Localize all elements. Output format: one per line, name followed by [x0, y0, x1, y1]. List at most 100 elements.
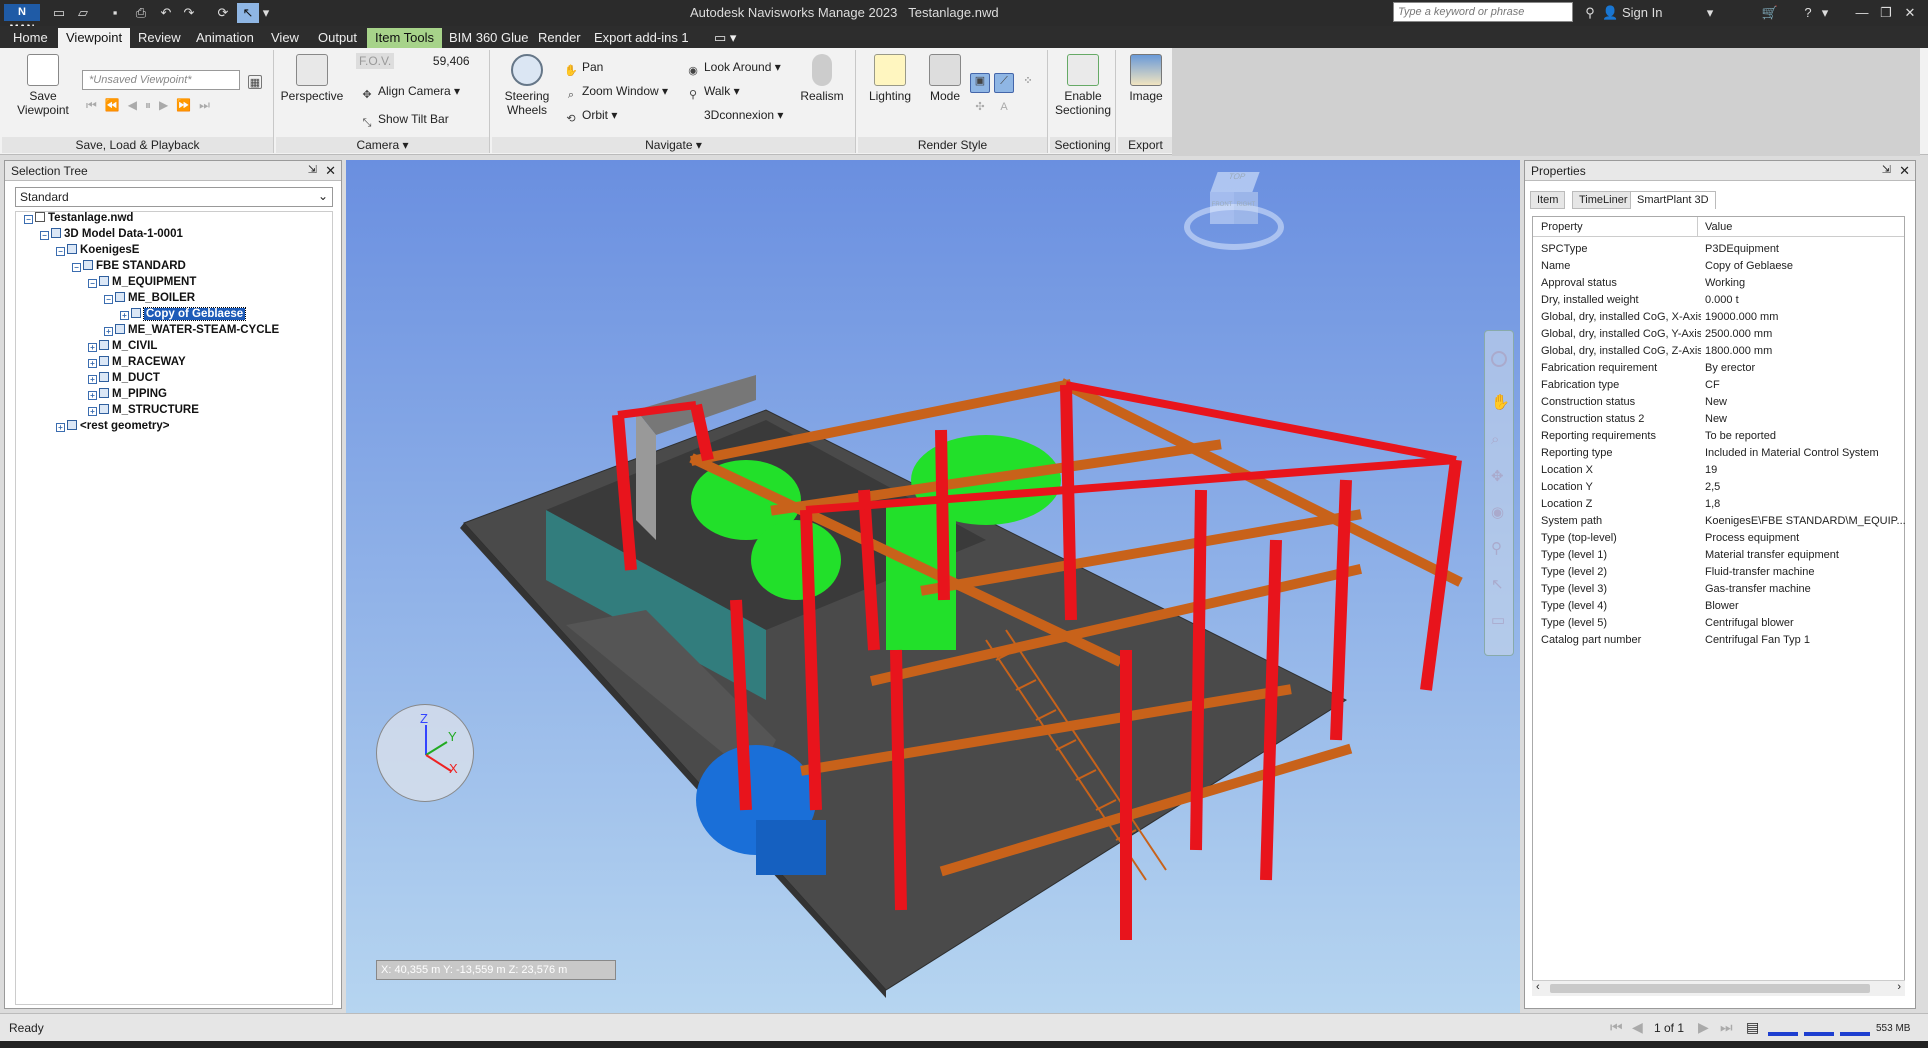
pan-button[interactable]: ✋ Pan — [564, 60, 603, 78]
zoom-window-button[interactable]: ⌕ Zoom Window ▾ — [564, 84, 668, 102]
close-icon[interactable]: ✕ — [1899, 163, 1910, 179]
tab-review[interactable]: Review — [130, 28, 189, 48]
refresh-icon[interactable]: ⟳ — [212, 3, 234, 23]
tab-output[interactable]: Output — [310, 28, 365, 48]
next-page-icon[interactable]: ▶ — [1698, 1019, 1709, 1036]
enable-sectioning-button[interactable]: Enable Sectioning — [1052, 52, 1114, 117]
lighting-button[interactable]: Lighting — [862, 52, 918, 103]
walk-icon[interactable]: ⚲ — [1491, 539, 1502, 557]
look-around-button[interactable]: ◉ Look Around ▾ — [686, 60, 781, 78]
last-page-icon[interactable]: ⏭ — [1720, 1019, 1733, 1036]
save-icon[interactable]: ▪ — [104, 3, 126, 23]
sign-in-link[interactable]: Sign In — [1622, 5, 1662, 20]
scroll-right-icon[interactable]: › — [1897, 981, 1901, 993]
first-page-icon[interactable]: ⏮ — [1610, 1019, 1623, 1036]
binoculars-icon[interactable]: ⚲ — [1578, 3, 1602, 23]
viewpoint-manage-icon[interactable]: ▦ — [248, 72, 266, 89]
minimize-icon[interactable]: — — [1850, 3, 1874, 23]
tab-view[interactable]: View — [263, 28, 307, 48]
tree-item[interactable]: + M_CIVIL — [88, 338, 157, 354]
view-cube-front[interactable]: FRONT — [1210, 192, 1234, 224]
select-icon[interactable]: ↖ — [237, 3, 259, 23]
sign-in-dropdown-icon[interactable]: ▾ — [1698, 3, 1722, 23]
tab-animation[interactable]: Animation — [188, 28, 262, 48]
print-icon[interactable]: ⎙ — [130, 3, 152, 23]
undo-icon[interactable]: ↶ — [155, 3, 177, 23]
tree-mode-select[interactable]: Standard ⌄ — [15, 187, 333, 207]
walk-button[interactable]: ⚲ Walk ▾ — [686, 84, 740, 102]
prev-page-icon[interactable]: ◀ — [1632, 1019, 1643, 1036]
image-export-button[interactable]: Image — [1120, 52, 1172, 103]
help-dropdown-icon[interactable]: ▾ — [1818, 3, 1832, 23]
viewpoint-combo[interactable]: *Unsaved Viewpoint* — [82, 70, 240, 90]
perspective-button[interactable]: Perspective — [280, 52, 344, 103]
cart-icon[interactable]: 🛒 — [1758, 3, 1782, 23]
tree-item[interactable]: − KoenigesE — [56, 242, 139, 258]
tree-item[interactable]: − M_EQUIPMENT — [88, 274, 196, 290]
tree-item[interactable]: + ME_WATER-STEAM-CYCLE — [104, 322, 279, 338]
tab-export-addins[interactable]: Export add-ins 1 — [586, 28, 697, 48]
zoom-icon[interactable]: ⌕ — [1491, 431, 1499, 448]
steering-wheel-icon[interactable] — [1491, 351, 1507, 367]
tree-item[interactable]: + M_PIPING — [88, 386, 167, 402]
quick-access-dropdown-icon[interactable]: ▾ — [259, 3, 273, 23]
save-viewpoint-button[interactable]: Save Viewpoint — [10, 52, 76, 117]
new-file-icon[interactable]: ▭ — [48, 3, 70, 23]
show-tilt-bar-button[interactable]: ⤡ Show Tilt Bar — [360, 112, 449, 130]
scroll-left-icon[interactable]: ‹ — [1536, 981, 1540, 993]
align-camera-button[interactable]: ✥ Align Camera ▾ — [360, 84, 460, 102]
tab-viewpoint[interactable]: Viewpoint — [58, 28, 131, 48]
tree-item[interactable]: + M_STRUCTURE — [88, 402, 199, 418]
tree-item[interactable]: + M_DUCT — [88, 370, 160, 386]
tab-item-tools[interactable]: Item Tools — [367, 28, 443, 48]
plant-model[interactable] — [346, 160, 1520, 1013]
tree-item[interactable]: − ME_BOILER — [104, 290, 195, 306]
tree-item[interactable]: − Testanlage.nwd — [24, 210, 133, 226]
tree-item-selected[interactable]: + Copy of Geblaese — [120, 306, 247, 322]
lines-toggle-icon[interactable]: ⟋ — [994, 70, 1018, 93]
sheet-browser-icon[interactable]: ▤ — [1746, 1019, 1759, 1036]
look-icon[interactable]: ◉ — [1491, 503, 1504, 521]
steering-wheels-button[interactable]: Steering Wheels — [496, 52, 558, 117]
close-icon[interactable]: ✕ — [1898, 3, 1922, 23]
tab-home[interactable]: Home — [5, 28, 56, 48]
points-toggle-icon[interactable]: ⁘ — [1018, 70, 1042, 94]
help-icon[interactable]: ? — [1796, 3, 1820, 23]
playback-controls[interactable]: ⏮⏪◀⏸▶⏩⏭ — [86, 98, 218, 113]
pin-icon[interactable]: ⇲ — [1882, 163, 1891, 176]
fov-field[interactable]: F.O.V. 59,406 — [356, 53, 470, 69]
redo-icon[interactable]: ↷ — [178, 3, 200, 23]
tree-item[interactable]: − FBE STANDARD — [72, 258, 186, 274]
restore-icon[interactable]: ❐ — [1874, 3, 1898, 23]
3dconnexion-button[interactable]: 3Dconnexion ▾ — [686, 108, 783, 122]
search-input[interactable]: Type a keyword or phrase — [1393, 2, 1573, 22]
3dconnexion-icon[interactable]: ▭ — [1491, 611, 1505, 629]
tree-item[interactable]: + M_RACEWAY — [88, 354, 186, 370]
scene-viewport[interactable]: TOP FRONT RIGHT Z Y X — [346, 160, 1520, 1013]
horizontal-scrollbar[interactable]: ‹ › — [1532, 980, 1905, 996]
tab-bim360-glue[interactable]: BIM 360 Glue — [441, 28, 537, 48]
open-file-icon[interactable]: ▱ — [72, 3, 94, 23]
view-cube[interactable]: TOP FRONT RIGHT — [1182, 168, 1286, 258]
scrollbar-thumb[interactable] — [1550, 984, 1870, 993]
view-cube-right[interactable]: RIGHT — [1234, 192, 1258, 224]
app-logo[interactable]: N MAN — [4, 4, 40, 35]
realism-button[interactable]: Realism — [794, 52, 850, 103]
tab-smartplant-3d[interactable]: SmartPlant 3D — [1630, 191, 1716, 209]
pin-icon[interactable]: ⇲ — [308, 163, 317, 176]
tree-item[interactable]: + <rest geometry> — [56, 418, 170, 434]
snap-points-icon[interactable]: ✣ — [970, 96, 994, 120]
surfaces-toggle-icon[interactable]: ▣ — [970, 70, 994, 93]
orbit-icon[interactable]: ✥ — [1491, 467, 1504, 485]
select-icon[interactable]: ↖ — [1491, 575, 1504, 593]
view-cube-top[interactable]: TOP — [1210, 172, 1260, 192]
ribbon-options-icon[interactable]: ▭ ▾ — [706, 28, 744, 48]
tab-item[interactable]: Item — [1530, 191, 1566, 209]
column-header-value[interactable]: Value — [1705, 221, 1732, 233]
orbit-button[interactable]: ⟲ Orbit ▾ — [564, 108, 617, 126]
close-icon[interactable]: ✕ — [325, 163, 336, 179]
column-header-property[interactable]: Property — [1541, 221, 1583, 233]
tree-item[interactable]: −3D Model Data-1-0001 — [40, 226, 183, 242]
pan-icon[interactable]: ✋ — [1491, 393, 1510, 411]
tab-timeliner[interactable]: TimeLiner — [1572, 191, 1635, 209]
